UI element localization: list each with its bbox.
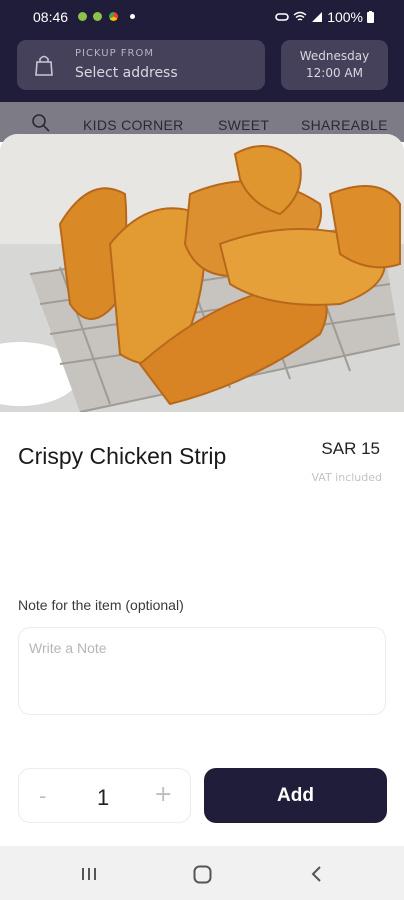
quantity-value: 1 (97, 785, 110, 810)
add-to-cart-button[interactable]: Add (204, 768, 387, 823)
status-time: 08:46 (33, 9, 69, 25)
link-icon (275, 13, 289, 21)
dot-icon (130, 14, 135, 19)
android-icon (78, 12, 87, 21)
quantity-stepper: - 1 + (18, 768, 191, 823)
category-tab-shareable[interactable]: SHAREABLE (301, 117, 388, 133)
wifi-icon (293, 11, 307, 21)
category-tab-sweet[interactable]: SWEET (218, 117, 269, 133)
search-icon[interactable] (31, 113, 51, 133)
item-price: SAR 15 (321, 439, 380, 458)
pickup-time: 12:00 AM (306, 66, 363, 80)
note-label: Note for the item (optional) (18, 597, 184, 613)
shopping-bag-icon (35, 55, 53, 76)
pickup-day: Wednesday (299, 49, 370, 63)
battery-icon (367, 11, 374, 23)
pickup-label: PICKUP FROM (75, 48, 154, 59)
category-tab-kids-corner[interactable]: KIDS CORNER (83, 117, 184, 133)
system-nav-bar (0, 846, 404, 900)
decrease-quantity-button[interactable]: - (39, 784, 46, 808)
food-photo (0, 134, 404, 412)
vat-note: VAT included (311, 471, 382, 484)
battery-percent: 100% (327, 9, 363, 25)
signal-icon (312, 12, 323, 22)
increase-quantity-button[interactable]: + (154, 782, 172, 807)
item-detail-sheet (0, 134, 404, 846)
pickup-address-value: Select address (75, 65, 178, 81)
status-bar: 08:46 100% (0, 0, 404, 32)
item-name: Crispy Chicken Strip (18, 443, 227, 469)
chrome-icon (109, 12, 118, 21)
android-icon (93, 12, 102, 21)
recent-apps-icon[interactable] (80, 866, 98, 882)
status-indicators: 100% (275, 9, 374, 25)
pickup-time-selector[interactable]: Wednesday 12:00 AM (281, 40, 388, 90)
home-icon[interactable] (193, 865, 212, 884)
pickup-address-selector[interactable]: PICKUP FROM Select address (17, 40, 265, 90)
back-icon[interactable] (310, 865, 322, 883)
note-input[interactable] (18, 627, 386, 715)
